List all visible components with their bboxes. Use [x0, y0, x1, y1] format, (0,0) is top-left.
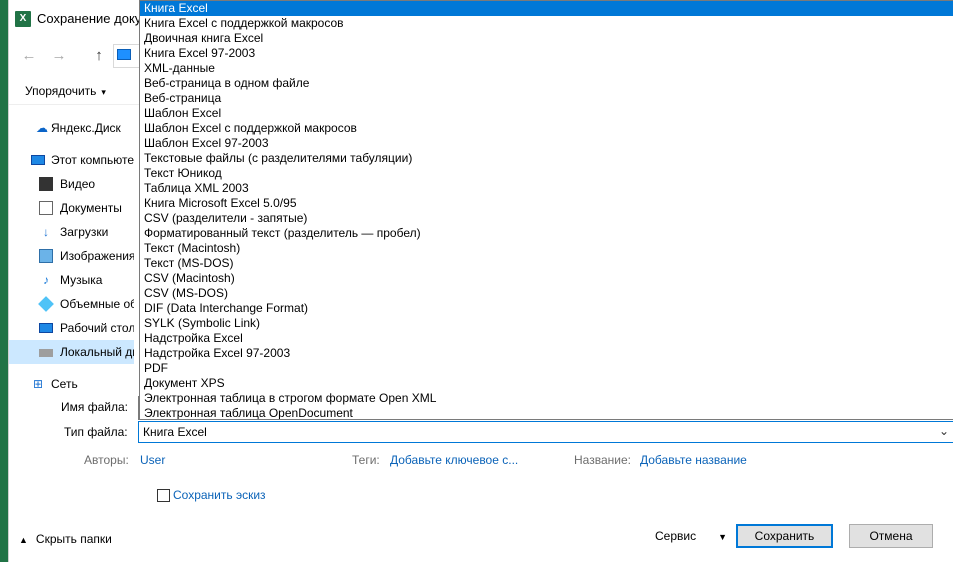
filetype-dropdown-list: Книга Excel Книга Excel с поддержкой макр…: [139, 0, 953, 420]
save-thumbnail-checkbox[interactable]: [157, 489, 170, 502]
music-icon: ♪: [43, 273, 49, 287]
filetype-option[interactable]: Текст (MS-DOS): [140, 256, 953, 271]
sidebar-item[interactable]: ⊞ Сеть: [9, 372, 134, 388]
sidebar-item-label: Объемные объекты: [60, 297, 134, 311]
filetype-option[interactable]: Веб-страница: [140, 91, 953, 106]
sidebar-item[interactable]: ↓ Загрузки: [9, 220, 134, 244]
authors-value[interactable]: User: [140, 453, 165, 467]
filetype-option[interactable]: Шаблон Excel: [140, 106, 953, 121]
pictures-icon: [39, 249, 53, 263]
filetype-option[interactable]: Книга Microsoft Excel 5.0/95: [140, 196, 953, 211]
sidebar-item-label: Рабочий стол: [60, 321, 134, 335]
network-icon: ⊞: [32, 377, 44, 388]
organize-button[interactable]: Упорядочить ▾: [25, 84, 106, 98]
filetype-option[interactable]: Книга Excel с поддержкой макросов: [140, 16, 953, 31]
back-arrow-icon[interactable]: ←: [19, 46, 39, 66]
filetype-option[interactable]: XML-данные: [140, 61, 953, 76]
sidebar-item-label: Локальный диск: [60, 345, 134, 359]
3d-objects-icon: [38, 296, 54, 312]
filename-label: Имя файла:: [61, 400, 128, 414]
title-value[interactable]: Добавьте название: [640, 453, 747, 467]
organize-label: Упорядочить: [25, 84, 97, 98]
up-arrow-icon[interactable]: ↑: [89, 46, 109, 66]
sidebar-item[interactable]: Объемные объекты: [9, 292, 134, 316]
hide-folders-label: Скрыть папки: [35, 532, 112, 546]
filetype-option[interactable]: Надстройка Excel: [140, 331, 953, 346]
local-disk-icon: [39, 349, 53, 357]
navigation-pane: ☁ Яндекс.Диск Этот компьютер Видео Документы…: [9, 112, 134, 388]
tools-label: Сервис: [655, 529, 697, 543]
filetype-option[interactable]: Таблица XML 2003: [140, 181, 953, 196]
sidebar-item[interactable]: Рабочий стол: [9, 316, 134, 340]
tools-menu-button[interactable]: Сервис ▼: [655, 529, 727, 543]
filetype-option[interactable]: Электронная таблица в строгом формате Op…: [140, 391, 953, 406]
sidebar-item-label: Музыка: [60, 273, 103, 287]
location-icon: [117, 49, 131, 60]
sidebar-item[interactable]: Видео: [9, 172, 134, 196]
authors-label: Авторы:: [84, 453, 129, 467]
documents-icon: [39, 201, 53, 215]
filetype-option[interactable]: Книга Excel 97-2003: [140, 46, 953, 61]
filetype-label: Тип файла:: [64, 425, 128, 439]
filetype-option[interactable]: Форматированный текст (разделитель — про…: [140, 226, 953, 241]
filetype-option[interactable]: Шаблон Excel с поддержкой макросов: [140, 121, 953, 136]
sidebar-item-label: Видео: [60, 177, 96, 191]
sidebar-item-label: Сеть: [51, 377, 78, 388]
sidebar-item-label: Этот компьютер: [51, 153, 134, 167]
sidebar-item[interactable]: Локальный диск: [9, 340, 134, 364]
desktop-icon: [39, 323, 53, 333]
filetype-option[interactable]: SYLK (Symbolic Link): [140, 316, 953, 331]
filetype-option[interactable]: Шаблон Excel 97-2003: [140, 136, 953, 151]
sidebar-item[interactable]: Документы: [9, 196, 134, 220]
filetype-option[interactable]: Двоичная книга Excel: [140, 31, 953, 46]
chevron-down-icon: ⌄: [938, 424, 949, 438]
filetype-select[interactable]: Книга Excel ⌄: [138, 421, 953, 443]
excel-icon: X: [15, 11, 31, 27]
filetype-option[interactable]: PDF: [140, 361, 953, 376]
cancel-button[interactable]: Отмена: [849, 524, 933, 548]
filetype-option[interactable]: Надстройка Excel 97-2003: [140, 346, 953, 361]
chevron-up-icon: ▲: [19, 535, 28, 545]
filetype-option[interactable]: Текст Юникод: [140, 166, 953, 181]
sidebar-item-label: Документы: [60, 201, 122, 215]
chevron-down-icon: ▼: [718, 532, 728, 542]
video-icon: [39, 177, 53, 191]
filetype-option[interactable]: CSV (разделители - запятые): [140, 211, 953, 226]
window-title: Сохранение доку: [37, 11, 142, 26]
filetype-value: Книга Excel: [143, 425, 207, 439]
save-as-dialog: X Сохранение доку ← → ↑ Упорядочить ▾ ☁ Ян…: [8, 0, 953, 562]
yandex-disk-icon: ☁: [36, 121, 48, 135]
filetype-option[interactable]: DIF (Data Interchange Format): [140, 301, 953, 316]
save-button[interactable]: Сохранить: [736, 524, 833, 548]
title-label: Название:: [574, 453, 631, 467]
filetype-option[interactable]: Книга Excel: [140, 1, 953, 16]
save-thumbnail-label[interactable]: Сохранить эскиз: [173, 488, 266, 502]
excel-backdrop-strip: [0, 0, 8, 562]
filetype-option[interactable]: Электронная таблица OpenDocument: [140, 406, 953, 419]
filetype-option[interactable]: Документ XPS: [140, 376, 953, 391]
sidebar-item[interactable]: Изображения: [9, 244, 134, 268]
hide-folders-button[interactable]: ▲ Скрыть папки: [19, 532, 112, 546]
sidebar-item[interactable]: ☁ Яндекс.Диск: [9, 116, 134, 140]
computer-icon: [31, 155, 45, 165]
sidebar-item[interactable]: ♪ Музыка: [9, 268, 134, 292]
forward-arrow-icon[interactable]: →: [49, 46, 69, 66]
filetype-option[interactable]: Текст (Macintosh): [140, 241, 953, 256]
sidebar-item[interactable]: Этот компьютер: [9, 148, 134, 172]
filetype-option[interactable]: Текстовые файлы (с разделителями табуляц…: [140, 151, 953, 166]
downloads-icon: ↓: [43, 225, 49, 239]
chevron-down-icon: ▾: [101, 87, 106, 97]
filetype-option[interactable]: CSV (Macintosh): [140, 271, 953, 286]
sidebar-item-label: Яндекс.Диск: [51, 121, 121, 135]
filetype-option[interactable]: CSV (MS-DOS): [140, 286, 953, 301]
tags-value[interactable]: Добавьте ключевое с...: [390, 453, 518, 467]
sidebar-item-label: Изображения: [60, 249, 134, 263]
tags-label: Теги:: [352, 453, 380, 467]
sidebar-item-label: Загрузки: [60, 225, 109, 239]
filetype-option[interactable]: Веб-страница в одном файле: [140, 76, 953, 91]
